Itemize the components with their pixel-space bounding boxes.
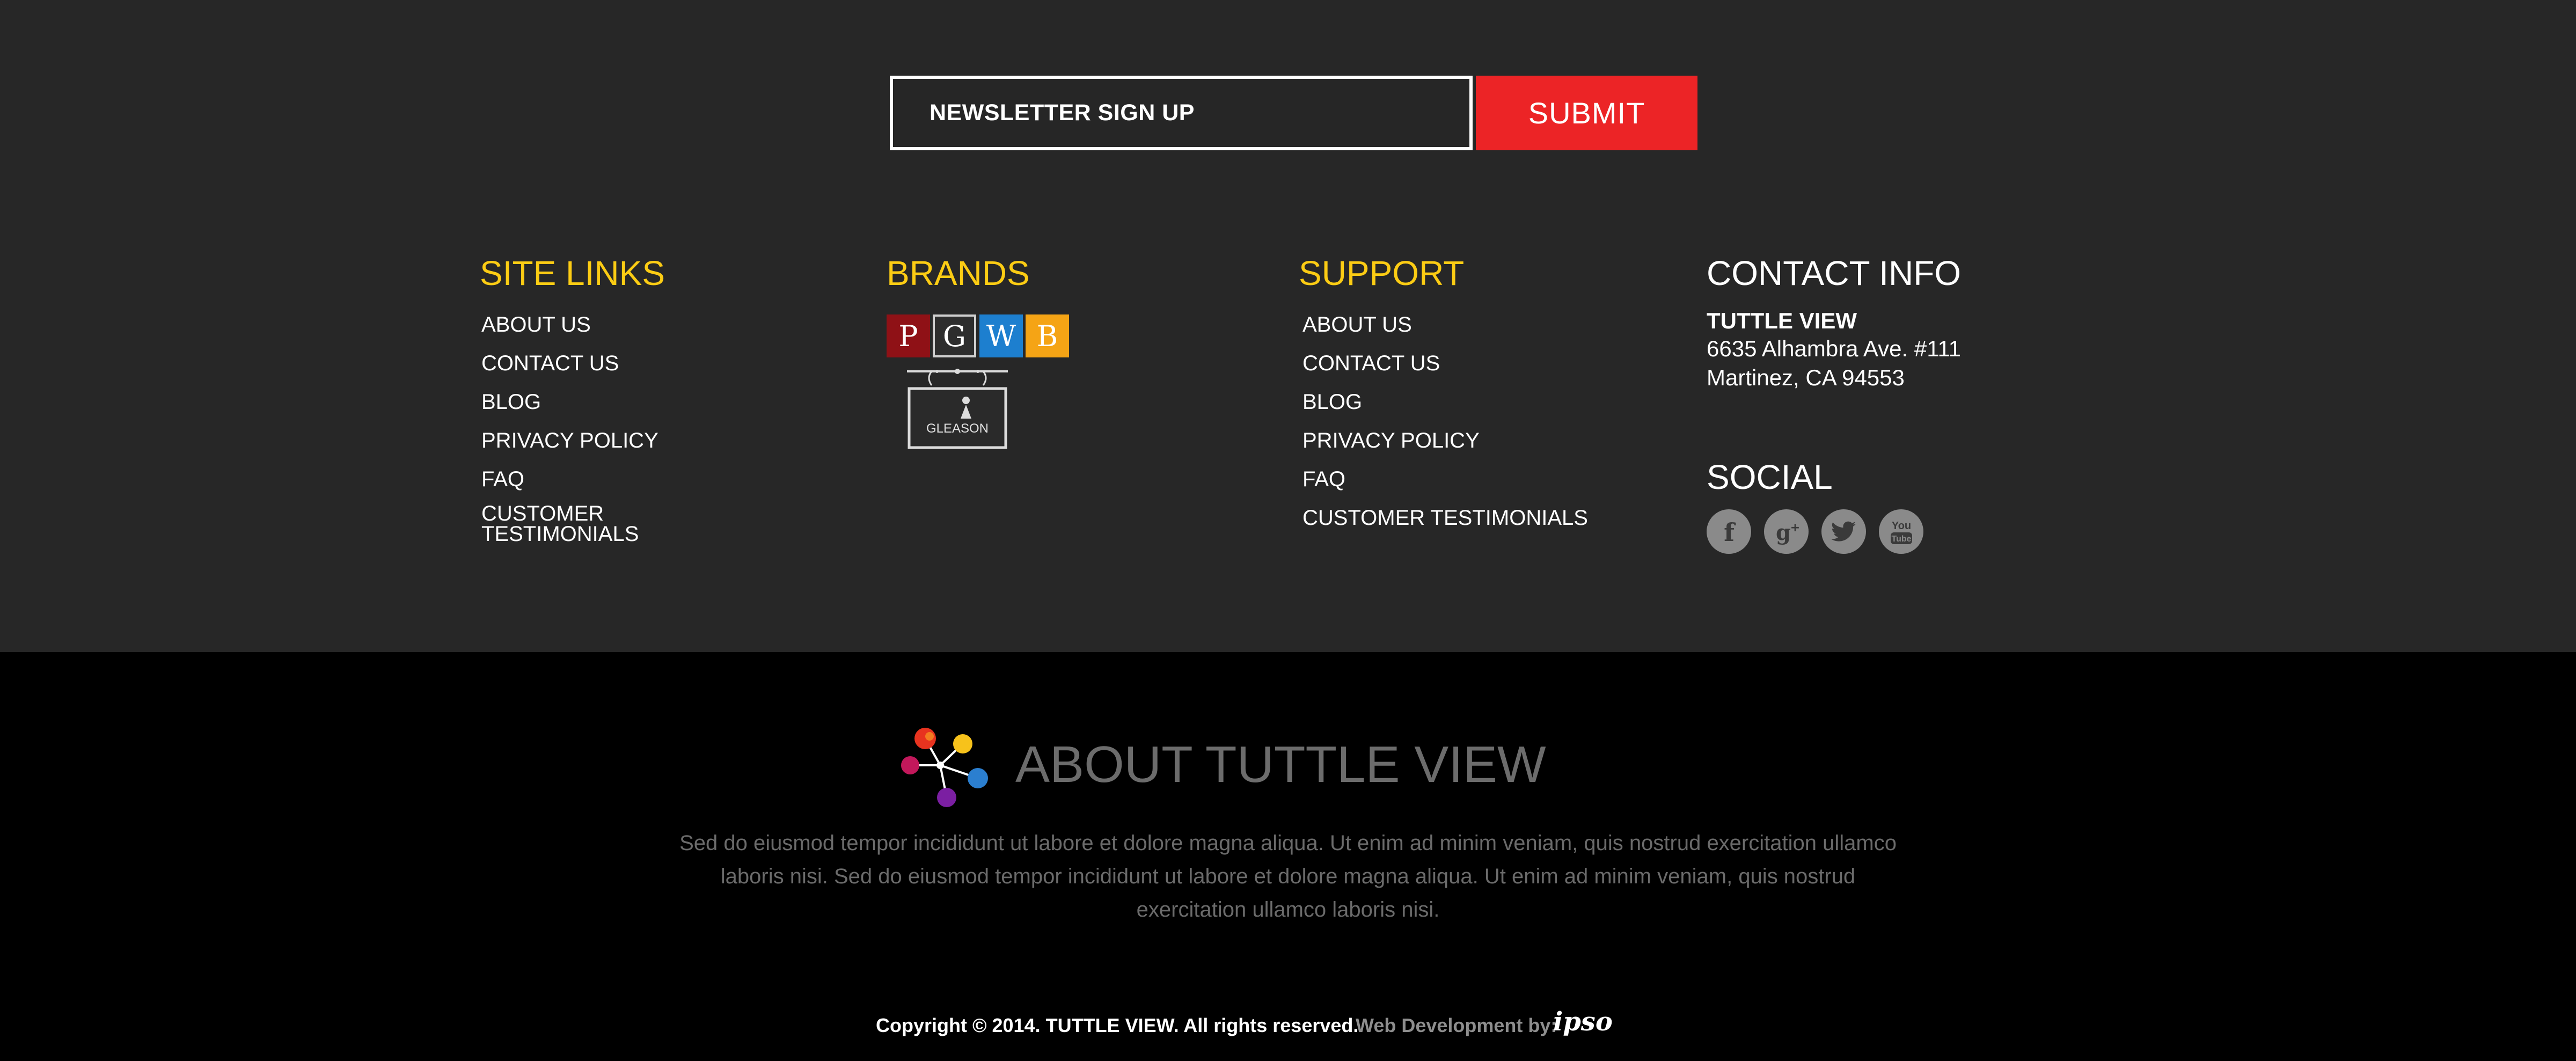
site-links-heading: SITE LINKS xyxy=(480,254,665,292)
svg-text:g: g xyxy=(1776,520,1791,545)
svg-text:+: + xyxy=(1790,521,1799,535)
newsletter-field-label: NEWSLETTER SIGN UP xyxy=(930,100,1195,126)
support-link-blog[interactable]: BLOG xyxy=(1302,387,1588,426)
support-link-about-us[interactable]: ABOUT US xyxy=(1302,310,1588,349)
submit-button[interactable]: SUBMIT xyxy=(1476,76,1697,150)
youtube-icon[interactable]: You Tube xyxy=(1879,509,1923,554)
site-link-customer-testimonials[interactable]: CUSTOMER TESTIMONIALS xyxy=(481,503,653,545)
footer-upper-section: NEWSLETTER SIGN UP SUBMIT SITE LINKS ABO… xyxy=(0,0,2576,652)
gleason-brand-logo[interactable]: GLEASON xyxy=(905,367,1010,450)
about-description: Sed do eiusmod tempor incididunt ut labo… xyxy=(679,831,1897,921)
ipso-logo-link[interactable]: ipso xyxy=(1553,1007,1613,1037)
site-link-about-us[interactable]: ABOUT US xyxy=(481,310,658,349)
site-link-privacy-policy[interactable]: PRIVACY POLICY xyxy=(481,426,658,465)
site-links-list: ABOUT US CONTACT US BLOG PRIVACY POLICY … xyxy=(481,310,658,545)
contact-info-heading: CONTACT INFO xyxy=(1707,254,1962,292)
tuttle-view-flower-logo xyxy=(901,728,988,807)
support-link-privacy-policy[interactable]: PRIVACY POLICY xyxy=(1302,426,1588,465)
site-link-faq[interactable]: FAQ xyxy=(481,465,658,503)
about-title: ABOUT TUTTLE VIEW xyxy=(1015,736,1546,793)
support-link-customer-testimonials[interactable]: CUSTOMER TESTIMONIALS xyxy=(1302,503,1588,542)
brand-w-logo[interactable]: W xyxy=(979,314,1023,357)
copyright-text: Copyright © 2014. TUTTLE VIEW. All right… xyxy=(876,1014,1359,1036)
web-development-label: Web Development by: xyxy=(1356,1014,1557,1036)
support-heading: SUPPORT xyxy=(1299,254,1465,292)
social-heading: SOCIAL xyxy=(1707,458,1833,496)
svg-text:f: f xyxy=(1724,518,1736,545)
support-links-list: ABOUT US CONTACT US BLOG PRIVACY POLICY … xyxy=(1302,310,1588,542)
svg-text:You: You xyxy=(1891,520,1911,532)
support-link-faq[interactable]: FAQ xyxy=(1302,465,1588,503)
brand-b-logo[interactable]: B xyxy=(1026,314,1069,357)
brand-p-logo[interactable]: P xyxy=(887,314,930,357)
contact-company-name: TUTTLE VIEW xyxy=(1707,308,1857,333)
svg-text:GLEASON: GLEASON xyxy=(926,421,989,436)
svg-text:Tube: Tube xyxy=(1891,535,1911,544)
site-link-blog[interactable]: BLOG xyxy=(481,387,658,426)
brand-g-logo[interactable]: G xyxy=(933,314,976,357)
google-plus-icon[interactable]: g + xyxy=(1764,509,1809,554)
site-link-contact-us[interactable]: CONTACT US xyxy=(481,349,658,387)
newsletter-signup-field[interactable]: NEWSLETTER SIGN UP xyxy=(890,76,1473,150)
brands-heading: BRANDS xyxy=(887,254,1030,292)
facebook-icon[interactable]: f xyxy=(1707,509,1751,554)
twitter-icon[interactable] xyxy=(1821,509,1866,554)
contact-address-line-2: Martinez, CA 94553 xyxy=(1707,365,1905,390)
support-link-contact-us[interactable]: CONTACT US xyxy=(1302,349,1588,387)
contact-address-line-1: 6635 Alhambra Ave. #111 xyxy=(1707,336,1962,361)
